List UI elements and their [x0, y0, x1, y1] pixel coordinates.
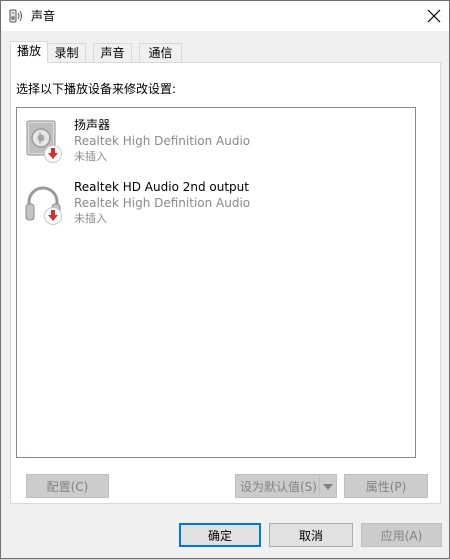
device-name: Realtek HD Audio 2nd output [74, 180, 249, 194]
playback-device-list[interactable]: 扬声器 Realtek High Definition Audio 未插入 Re… [16, 107, 416, 458]
apply-button[interactable]: 应用(A) [361, 523, 442, 547]
set-default-label: 设为默认值(S) [240, 480, 317, 494]
set-default-button[interactable]: 设为默认值(S) [235, 474, 337, 498]
tab-sounds[interactable]: 声音 [93, 43, 132, 62]
chevron-down-icon [323, 484, 333, 490]
device-item-speakers[interactable]: 扬声器 Realtek High Definition Audio 未插入 [17, 116, 415, 172]
configure-button[interactable]: 配置(C) [26, 474, 109, 498]
properties-button[interactable]: 属性(P) [344, 474, 428, 498]
device-status: 未插入 [74, 150, 107, 163]
device-status: 未插入 [74, 212, 107, 225]
tab-communications[interactable]: 通信 [139, 43, 182, 62]
device-item-2nd-output[interactable]: Realtek HD Audio 2nd output Realtek High… [17, 178, 415, 234]
dialog-client-area: 播放 录制 声音 通信 选择以下播放设备来修改设置: 扬声器 Realtek H… [1, 31, 449, 558]
speaker-icon [8, 8, 24, 24]
close-icon [427, 9, 441, 23]
unplugged-arrow-icon [43, 144, 63, 164]
device-description: Realtek High Definition Audio [74, 196, 251, 210]
window-title: 声音 [31, 9, 56, 23]
sound-dialog: 声音 播放 录制 声音 通信 选择以下播放设备来修改设置: 扬声器 Realte… [0, 0, 450, 559]
cancel-button[interactable]: 取消 [269, 523, 353, 547]
tab-recording[interactable]: 录制 [47, 43, 86, 62]
playback-instruction: 选择以下播放设备来修改设置: [16, 82, 177, 96]
ok-button[interactable]: 确定 [179, 523, 261, 547]
device-name: 扬声器 [74, 118, 111, 132]
device-description: Realtek High Definition Audio [74, 134, 251, 148]
unplugged-arrow-icon [43, 206, 63, 226]
tab-playback[interactable]: 播放 [10, 41, 48, 63]
set-default-dropdown[interactable] [319, 475, 336, 497]
close-button[interactable] [419, 1, 449, 31]
title-bar[interactable]: 声音 [1, 1, 449, 31]
